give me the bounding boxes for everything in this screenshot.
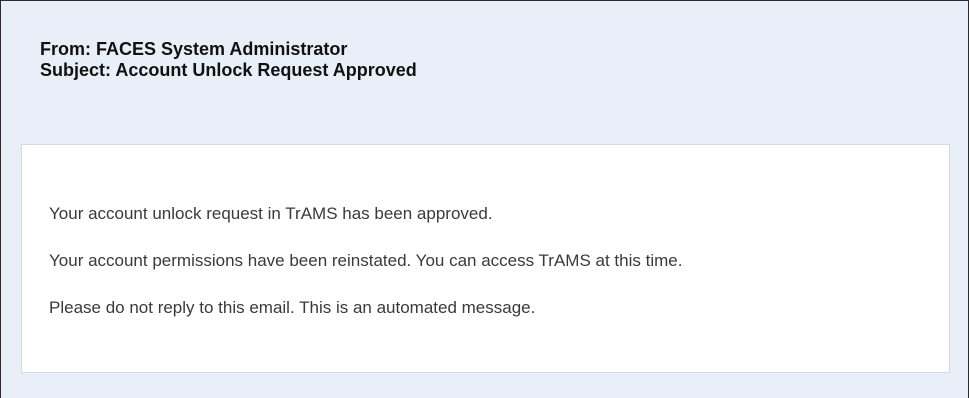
email-header: From: FACES System Administrator Subject… (40, 39, 417, 81)
email-body: Your account unlock request in TrAMS has… (21, 144, 950, 373)
email-message: From: FACES System Administrator Subject… (0, 0, 969, 398)
email-body-line-automated-notice: Please do not reply to this email. This … (49, 298, 536, 317)
email-body-line-approval: Your account unlock request in TrAMS has… (49, 204, 493, 223)
email-from-line: From: FACES System Administrator (40, 39, 348, 59)
email-body-line-permissions: Your account permissions have been reins… (49, 251, 683, 270)
email-subject-line: Subject: Account Unlock Request Approved (40, 60, 417, 80)
